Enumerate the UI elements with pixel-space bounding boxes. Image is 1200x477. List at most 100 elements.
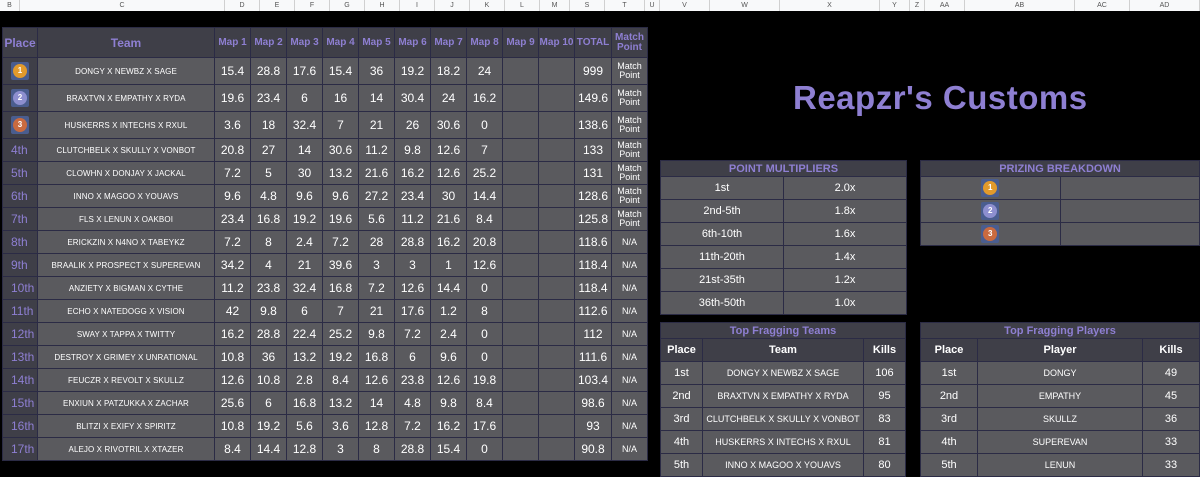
sheet-canvas[interactable]: Place Team Map 1 Map 2 Map 3 Map 4 Map 5 Map 6M…: [0, 11, 1200, 477]
column-header-b[interactable]: B: [0, 0, 20, 11]
map-score-cell: 8.4: [322, 368, 359, 392]
standings-header-4: Map 3: [286, 27, 323, 58]
multiplier-row: 21st-35th 1.2x: [660, 268, 907, 292]
map-score-cell: 12.8: [286, 437, 323, 461]
map-score-cell: 36: [358, 57, 395, 85]
column-header-z[interactable]: Z: [910, 0, 925, 11]
column-header-k[interactable]: K: [470, 0, 505, 11]
column-header-c[interactable]: C: [20, 0, 225, 11]
column-header-i[interactable]: I: [400, 0, 435, 11]
multiplier-range: 21st-35th: [660, 268, 784, 292]
map-score-cell: 12.6: [430, 368, 467, 392]
column-header-aa[interactable]: AA: [925, 0, 965, 11]
top_teams-kills: 83: [863, 407, 906, 431]
column-header-l[interactable]: L: [505, 0, 540, 11]
map-score-cell: [502, 345, 539, 369]
standings-header-8: Map 7: [430, 27, 467, 58]
map-score-cell: 39.6: [322, 253, 359, 277]
map-score-cell: 9.6: [322, 184, 359, 208]
column-header-e[interactable]: E: [260, 0, 295, 11]
column-header-ad[interactable]: AD: [1130, 0, 1200, 11]
map-score-cell: 24: [430, 84, 467, 112]
total-cell: 128.6: [574, 184, 612, 208]
column-header-h[interactable]: H: [365, 0, 400, 11]
map-score-cell: 3: [358, 253, 395, 277]
column-header-d[interactable]: D: [225, 0, 260, 11]
multiplier-mult: 1.8x: [783, 199, 907, 223]
map-score-cell: 32.4: [286, 111, 323, 139]
map-score-cell: [538, 253, 575, 277]
place-cell: 9th: [2, 253, 38, 277]
map-score-cell: 5.6: [286, 414, 323, 438]
map-score-cell: 28.8: [250, 322, 287, 346]
map-score-cell: 10.8: [214, 345, 251, 369]
column-header-x[interactable]: X: [780, 0, 880, 11]
map-score-cell: 16.8: [250, 207, 287, 231]
map-score-cell: [538, 138, 575, 162]
match-point-status: N/A: [611, 230, 648, 254]
map-score-cell: 0: [466, 322, 503, 346]
map-score-cell: [502, 276, 539, 300]
column-header-g[interactable]: G: [330, 0, 365, 11]
map-score-cell: 12.6: [430, 161, 467, 185]
medal-icon: 3: [2, 111, 38, 139]
map-score-cell: 25.2: [466, 161, 503, 185]
map-score-cell: 8: [250, 230, 287, 254]
point-multipliers-title: POINT MULTIPLIERS: [660, 160, 907, 177]
column-header-y[interactable]: Y: [880, 0, 910, 11]
column-header-u[interactable]: U: [645, 0, 660, 11]
top_players-row: 5th LENUN 33: [920, 453, 1200, 477]
map-score-cell: 16.2: [394, 161, 431, 185]
team-cell: ANZIETY X BIGMAN X CYTHE: [37, 276, 215, 300]
column-header-ac[interactable]: AC: [1075, 0, 1130, 11]
column-header-s[interactable]: S: [570, 0, 605, 11]
column-header-t[interactable]: T: [605, 0, 645, 11]
map-score-cell: 3.6: [214, 111, 251, 139]
map-score-cell: 30: [286, 161, 323, 185]
map-score-cell: 11.2: [214, 276, 251, 300]
team-cell: BRAXTVN X EMPATHY X RYDA: [37, 84, 215, 112]
column-header-ab[interactable]: AB: [965, 0, 1075, 11]
team-cell: ALEJO X RIVOTRIL X XTAZER: [37, 437, 215, 461]
column-header-w[interactable]: W: [710, 0, 780, 11]
map-score-cell: 9.6: [214, 184, 251, 208]
map-score-cell: 2.4: [430, 322, 467, 346]
standings-header-9: Map 8: [466, 27, 503, 58]
total-cell: 149.6: [574, 84, 612, 112]
map-score-cell: [502, 57, 539, 85]
total-cell: 131: [574, 161, 612, 185]
map-score-cell: 14: [358, 84, 395, 112]
map-score-cell: 17.6: [394, 299, 431, 323]
map-score-cell: 0: [466, 345, 503, 369]
total-cell: 133: [574, 138, 612, 162]
top_players-player: SUPEREVAN: [977, 430, 1143, 454]
column-header-m[interactable]: M: [540, 0, 570, 11]
map-score-cell: 15.4: [430, 437, 467, 461]
standings-header-1: Team: [37, 27, 215, 58]
map-score-cell: 20.8: [214, 138, 251, 162]
column-header-j[interactable]: J: [435, 0, 470, 11]
match-point-status: Match Point: [611, 161, 648, 185]
map-score-cell: 28.8: [250, 57, 287, 85]
top_players-header-2: Kills: [1142, 338, 1200, 362]
top_players-kills: 33: [1142, 430, 1200, 454]
map-score-cell: 16.2: [214, 322, 251, 346]
team-cell: ECHO X NATEDOGG X VISION: [37, 299, 215, 323]
top_teams-team: INNO X MAGOO X YOUAVS: [702, 453, 864, 477]
top_teams-place: 2nd: [660, 384, 703, 408]
total-cell: 98.6: [574, 391, 612, 415]
place-cell: 6th: [2, 184, 38, 208]
place-cell: 16th: [2, 414, 38, 438]
column-header-f[interactable]: F: [295, 0, 330, 11]
standings-row: 2 BRAXTVN X EMPATHY X RYDA 19.6 23.4 6 16 14 30…: [2, 84, 648, 112]
column-header-v[interactable]: V: [660, 0, 710, 11]
map-score-cell: 2.8: [286, 368, 323, 392]
map-score-cell: [538, 322, 575, 346]
map-score-cell: [538, 57, 575, 85]
standings-header-12: TOTAL: [574, 27, 612, 58]
map-score-cell: 10.8: [214, 414, 251, 438]
total-cell: 118.6: [574, 230, 612, 254]
top_teams-row: 5th INNO X MAGOO X YOUAVS 80: [660, 453, 906, 477]
map-score-cell: 30: [430, 184, 467, 208]
multiplier-mult: 1.2x: [783, 268, 907, 292]
